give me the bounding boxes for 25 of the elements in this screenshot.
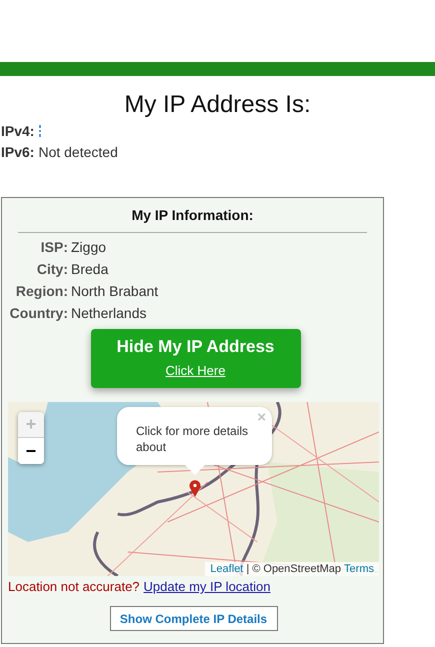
button-title: Hide My IP Address xyxy=(116,337,274,357)
hide-ip-button[interactable]: Hide My IP Address Click Here xyxy=(90,329,300,388)
address-value: Not detected xyxy=(38,144,118,160)
info-label: City: xyxy=(36,260,68,278)
leaflet-link[interactable]: Leaflet xyxy=(210,562,244,576)
address-label: IPv4: xyxy=(1,122,34,138)
info-label: Region: xyxy=(14,282,68,300)
info-label: ISP: xyxy=(40,238,68,256)
accuracy-question: Location not accurate? xyxy=(8,579,140,594)
info-value: Ziggo xyxy=(71,238,108,256)
address-label: IPv6: xyxy=(1,144,34,160)
info-value: Netherlands xyxy=(71,304,148,322)
terms-link[interactable]: Terms xyxy=(344,562,374,576)
info-value: Breda xyxy=(71,260,110,278)
zoom-out-button[interactable]: − xyxy=(18,438,44,464)
map-pin-icon[interactable] xyxy=(189,480,201,497)
click-here-link[interactable]: Click Here xyxy=(166,363,226,378)
update-location-link[interactable]: Update my IP location xyxy=(144,579,270,594)
panel-heading: My IP Information: xyxy=(130,207,254,223)
attribution-text: | © OpenStreetMap xyxy=(246,562,342,576)
info-label: Country: xyxy=(8,304,68,322)
page-title: My IP Address Is: xyxy=(123,90,312,120)
show-details-button[interactable]: Show Complete IP Details xyxy=(110,606,278,631)
popup-text: Click for more details about xyxy=(136,423,250,455)
info-value: North Brabant xyxy=(71,282,160,300)
